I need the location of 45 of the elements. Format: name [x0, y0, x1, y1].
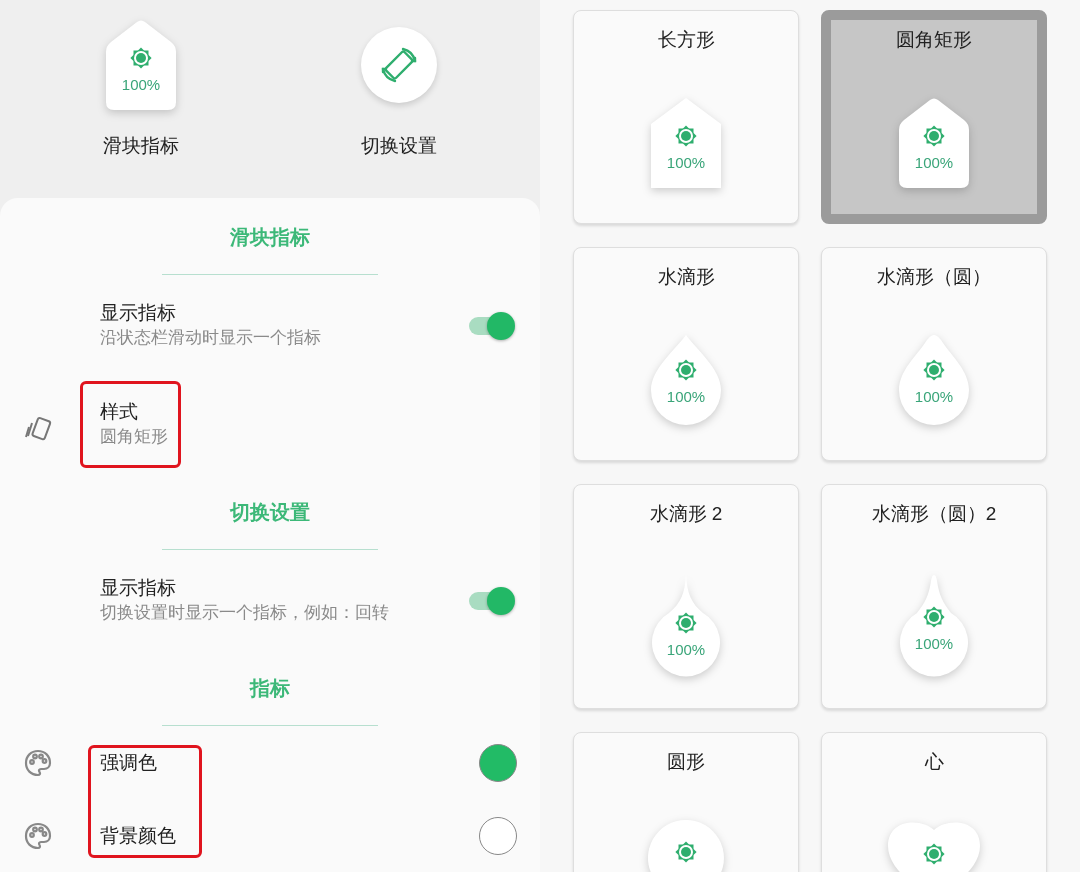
card-title: 水滴形（圆） [877, 265, 991, 289]
setting-description: 沿状态栏滑动时显示一个指标 [100, 327, 322, 349]
percent-text: 100% [121, 76, 161, 94]
setting-title: 显示指标 [100, 301, 177, 325]
toggle-switch[interactable] [469, 312, 515, 340]
style-card[interactable]: 水滴形 100% [573, 247, 799, 461]
card-title: 水滴形 2 [649, 502, 723, 526]
section-title: 指标 [250, 676, 290, 700]
style-card[interactable]: 圆形 [573, 732, 799, 872]
percent-text: 100% [666, 388, 706, 406]
percent-text: 100% [914, 635, 954, 653]
percent-text: 100% [666, 641, 706, 659]
card-title: 圆形 [667, 750, 705, 774]
palette-icon [23, 747, 53, 778]
sun-icon [922, 605, 946, 629]
toggle-switch[interactable] [469, 587, 515, 615]
card-title: 圆角矩形 [896, 28, 972, 52]
style-card[interactable]: 圆角矩形 100% [821, 10, 1047, 224]
percent-text: 100% [914, 154, 954, 172]
setting-description: 切换设置时显示一个指标，例如：回转 [100, 602, 390, 624]
style-card[interactable]: 水滴形 2 100% [573, 484, 799, 709]
style-card[interactable]: 心 [821, 732, 1047, 872]
percent-text: 100% [914, 388, 954, 406]
setting-title: 样式 [100, 400, 139, 424]
color-swatch[interactable] [479, 816, 517, 855]
card-title: 水滴形 [657, 265, 715, 289]
setting-title: 强调色 [100, 750, 158, 775]
card-title: 水滴形（圆）2 [871, 502, 997, 526]
card-title: 长方形 [657, 28, 715, 52]
setting-value: 圆角矩形 [100, 426, 168, 448]
rotate-button[interactable] [361, 27, 437, 103]
palette-icon [23, 820, 53, 851]
section-title: 滑块指标 [230, 225, 310, 249]
preview-label: 切换设置 [361, 134, 437, 158]
percent-text: 100% [666, 154, 706, 172]
section-title: 切换设置 [230, 500, 310, 524]
style-card[interactable]: 长方形 100% [573, 10, 799, 224]
color-swatch[interactable] [479, 743, 517, 782]
card-title: 心 [924, 750, 944, 774]
preview-label: 滑块指标 [103, 134, 179, 158]
style-card[interactable]: 水滴形（圆） 100% [821, 247, 1047, 461]
style-card[interactable]: 水滴形（圆）2 100% [821, 484, 1047, 709]
setting-title: 背景颜色 [100, 823, 177, 848]
screen-rotate-icon [379, 45, 419, 85]
setting-title: 显示指标 [100, 576, 177, 600]
